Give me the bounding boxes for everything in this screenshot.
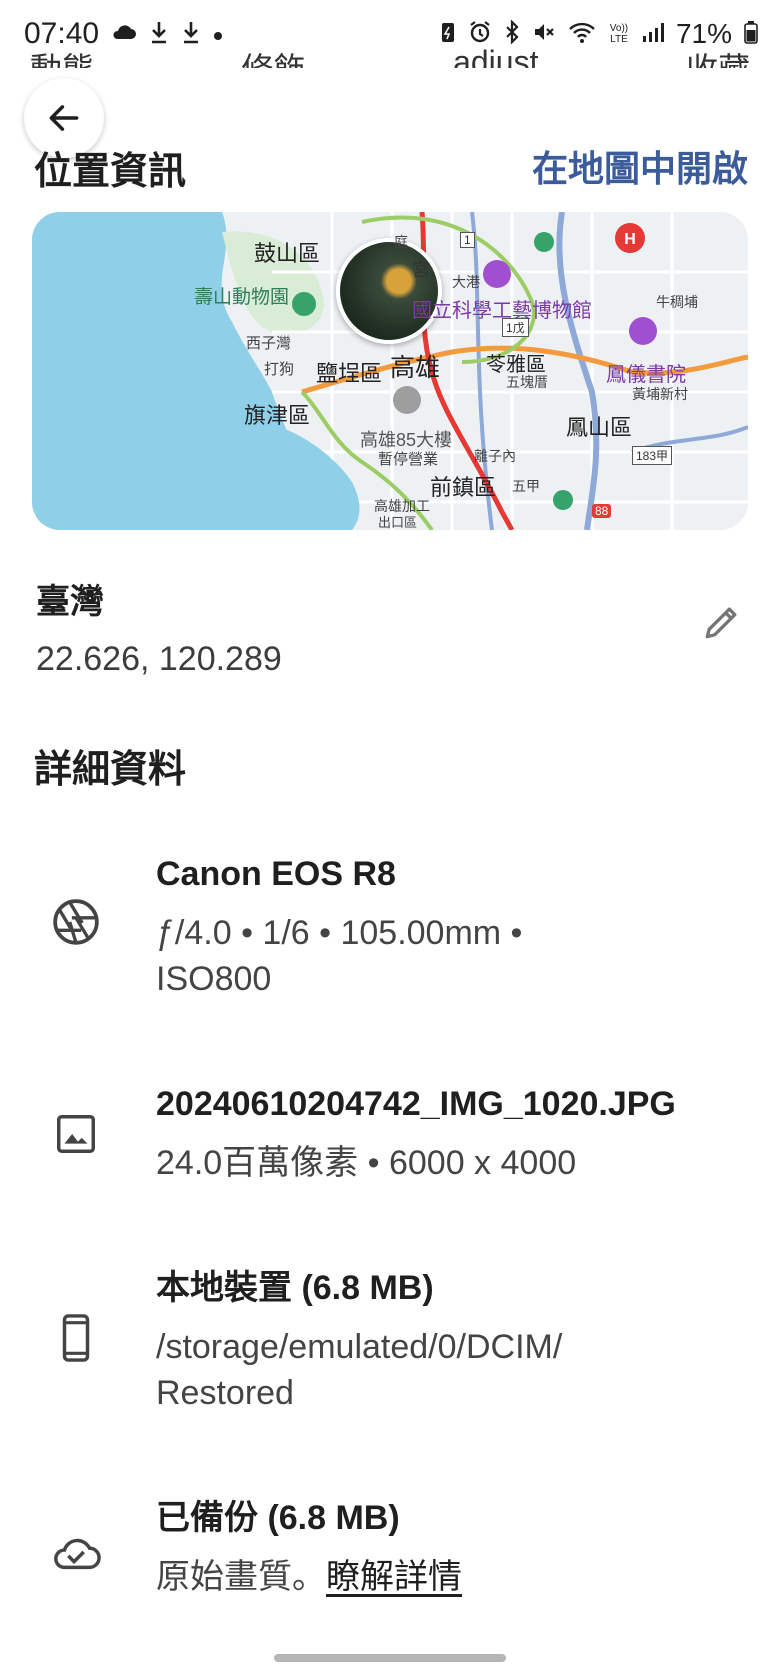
cloud-done-icon [50, 1526, 102, 1578]
map-label-huangpu: 黃埔新村 [632, 386, 688, 402]
map-label-xiziwan: 西子灣 [246, 335, 292, 352]
photo-location-pin[interactable] [336, 238, 442, 344]
storage-path-line1: /storage/emulated/0/DCIM/ [156, 1328, 563, 1366]
map-label-yancheng: 鹽埕區 [316, 361, 383, 386]
tab-label: 修飾 [242, 44, 306, 68]
map-label-epz2: 出口區 [378, 515, 418, 530]
backup-quality-line: 原始畫質。瞭解詳情 [156, 1554, 756, 1600]
phone-icon [50, 1312, 102, 1364]
camera-settings: ƒ/4.0 • 1/6 • 105.00mm • ISO800 [156, 910, 756, 1002]
camera-aperture-icon [50, 896, 102, 948]
location-map[interactable]: H 鼓山區 壽山動物園 西子灣 打狗 鹽埕區 高雄 旗津區 國立科學工藝博物館 … [32, 212, 748, 530]
map-label-road-88: 88 [592, 504, 612, 518]
park-marker [534, 232, 554, 252]
gesture-nav-handle[interactable] [274, 1654, 506, 1662]
edit-location-button[interactable] [700, 600, 744, 644]
museum-marker [483, 260, 511, 288]
open-in-map-link[interactable]: 在地圖中開啟 [532, 140, 748, 192]
learn-more-link[interactable]: 瞭解詳情 [326, 1558, 462, 1596]
back-arrow-icon [49, 105, 79, 131]
pencil-icon [705, 607, 737, 639]
map-label-wukuai: 五塊厝 [506, 374, 548, 390]
map-label-fengyi: 鳳儀書院 [606, 364, 686, 386]
cut-off-tabs: 動態 修飾 adjust 收藏 [0, 38, 780, 68]
camera-settings-line2: ISO800 [156, 960, 272, 998]
map-label-gushan: 鼓山區 [254, 241, 321, 266]
bookstore-marker [629, 317, 657, 345]
map-label-tower85-status: 暫停營業 [378, 451, 439, 468]
map-label-gong: 宮 [412, 260, 430, 280]
storage-label: 本地裝置 (6.8 MB) [156, 1269, 434, 1307]
map-label-wujia: 五甲 [512, 478, 540, 494]
svg-text:H: H [624, 231, 636, 248]
tab-label: 收藏 [686, 44, 750, 68]
backup-label: 已備份 (6.8 MB) [156, 1499, 400, 1537]
zoo-marker [292, 292, 316, 316]
camera-model: Canon EOS R8 [156, 855, 396, 893]
map-label-fengshan: 鳳山區 [566, 415, 633, 440]
coordinates: 22.626, 120.289 [36, 640, 282, 678]
map-label-zoo: 壽山動物園 [194, 287, 290, 308]
map-label-road-1: 1 [460, 232, 475, 248]
place-name: 臺灣 [36, 583, 104, 621]
map-label-lizinei: 離子內 [474, 448, 516, 464]
map-label-kaohsiung: 高雄 [390, 354, 441, 382]
file-name: 20240610204742_IMG_1020.JPG [156, 1085, 676, 1123]
storage-path: /storage/emulated/0/DCIM/ Restored [156, 1324, 756, 1416]
file-resolution: 24.0百萬像素 • 6000 x 4000 [156, 1144, 577, 1182]
map-label-dagou: 打狗 [264, 361, 295, 378]
image-icon [50, 1108, 102, 1160]
map-label-niuchou: 牛稠埔 [656, 294, 698, 310]
camera-settings-line1: ƒ/4.0 • 1/6 • 105.00mm • [156, 914, 523, 952]
tab-label: adjust [453, 44, 539, 68]
map-label-route183: 183甲 [632, 446, 673, 465]
backup-quality: 原始畫質。 [156, 1558, 326, 1596]
map-label-dagang: 大港 [452, 274, 480, 290]
park-marker [553, 490, 573, 510]
location-section-title: 位置資訊 [34, 151, 187, 193]
map-label-ting: 庭 [394, 234, 408, 250]
details-section-title: 詳細資料 [34, 749, 187, 791]
storage-path-line2: Restored [156, 1374, 294, 1412]
tower-marker [393, 386, 421, 414]
tab-label: 動態 [30, 44, 94, 68]
map-label-cijin: 旗津區 [244, 403, 311, 428]
map-label-qianzhen: 前鎮區 [430, 475, 497, 500]
map-label-road-1wu: 1戊 [502, 318, 529, 337]
